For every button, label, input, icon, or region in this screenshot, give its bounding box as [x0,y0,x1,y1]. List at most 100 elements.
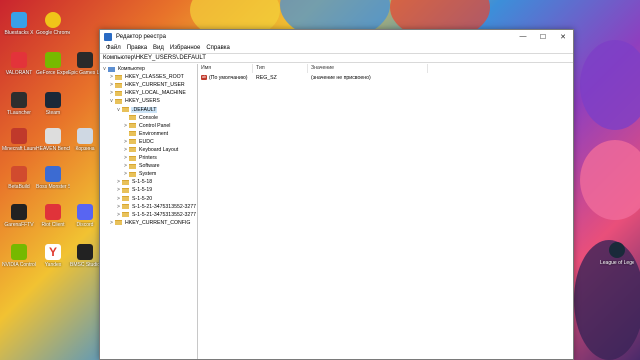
nvidia-icon [11,244,27,260]
tree-item-label: Environment [139,130,169,137]
panes: v Компьютер > HKEY_CLASSES_ROOT > HKEY_CURREN… [100,64,573,359]
title-bar[interactable]: Редактор реестра — ☐ ✕ [100,30,573,43]
desktop-icon-yandex[interactable]: Y Yandex [36,244,70,280]
column-value[interactable]: Значение [308,64,428,73]
minecraft-icon [11,128,27,144]
desktop-icon-heaven[interactable]: HEAVEN Benchmark [36,128,70,164]
desktop-icon-minecraft[interactable]: Minecraft Launcher [2,128,36,164]
folder-icon [129,171,136,177]
chevron-right-icon[interactable]: > [115,204,122,210]
chevron-right-icon[interactable]: > [122,155,129,161]
desktop-icon-bmsc[interactable]: BMSC Studio [68,244,102,280]
chevron-down-icon[interactable]: v [101,66,108,72]
chevron-right-icon[interactable]: > [122,163,129,169]
tree-item-label: Keyboard Layout [139,146,179,153]
tree-item[interactable]: > S-1-5-21-3475313552-3277 [100,211,197,219]
table-row[interactable]: ab (По умолчанию) REG_SZ (значение не пр… [198,73,573,82]
desktop-icon-riot[interactable]: Riot Client [36,204,70,240]
folder-icon [122,179,129,185]
tree-item[interactable]: > Keyboard Layout [100,146,197,154]
tree-item[interactable]: v .DEFAULT [100,105,197,113]
minimize-button[interactable]: — [513,30,533,43]
tree-item-label: Компьютер [118,66,145,73]
bossmonster-icon [45,166,61,182]
chevron-right-icon[interactable]: > [115,212,122,218]
desktop-icon-area: Bluestacks X VALORANT TLauncher Minecraf… [0,0,102,360]
folder-icon [122,187,129,193]
folder-icon [121,204,129,210]
folder-icon [129,139,136,145]
folder-icon [121,212,129,218]
tree-item[interactable]: > S-1-5-20 [100,195,197,203]
chevron-down-icon[interactable]: v [108,98,115,104]
menu-file[interactable]: Файл [103,45,124,51]
menu-help[interactable]: Справка [203,45,233,51]
tree-item[interactable]: Environment [100,130,197,138]
tree-item[interactable]: > S-1-5-18 [100,178,197,186]
tree-item[interactable]: > EUDC [100,138,197,146]
desktop-icon-steam[interactable]: Steam [36,92,70,128]
chevron-right-icon[interactable]: > [115,196,122,202]
tree-item[interactable]: > Printers [100,154,197,162]
window-title: Редактор реестра [116,33,166,40]
menu-edit[interactable]: Правка [124,45,150,51]
tree-item[interactable]: > HKEY_CLASSES_ROOT [100,73,197,81]
folder-icon [129,123,136,129]
chevron-right-icon[interactable]: > [115,187,122,193]
computer-icon [108,66,115,72]
tree-item[interactable]: v HKEY_USERS [100,97,197,105]
column-name[interactable]: Имя [198,64,253,73]
folder-icon [129,131,136,137]
folder-icon [115,74,122,80]
desktop-icon-geforce[interactable]: GeForce Experience [36,52,70,88]
steam-icon [45,92,61,108]
chevron-right-icon[interactable]: > [108,82,115,88]
desktop-icon-bluestacks[interactable]: Bluestacks X [2,12,36,48]
folder-icon [122,107,129,113]
chevron-right-icon[interactable]: > [108,220,115,226]
chevron-right-icon[interactable]: > [122,123,129,129]
close-button[interactable]: ✕ [553,30,573,43]
address-bar[interactable]: Компьютер\HKEY_USERS\.DEFAULT [100,53,573,63]
desktop-icon-chrome[interactable]: Google Chrome [36,12,70,48]
desktop-icon-league[interactable]: League of Legends [600,242,634,278]
maximize-button[interactable]: ☐ [533,30,553,43]
tree-item[interactable]: > S-1-5-21-3475313552-3277 [100,203,197,211]
folder-icon [129,163,136,169]
list-header: Имя Тип Значение [198,64,573,73]
tree-item[interactable]: > HKEY_LOCAL_MACHINE [100,89,197,97]
chevron-right-icon[interactable]: > [122,139,129,145]
desktop-icon-recycle-bin[interactable]: Корзина [68,128,102,164]
chevron-right-icon[interactable]: > [122,171,129,177]
tree-item[interactable]: > Control Panel [100,122,197,130]
desktop-icon-bossmonster[interactable]: Boss Monster Star [36,166,70,202]
chevron-right-icon[interactable]: > [122,147,129,153]
tree-item[interactable]: Console [100,114,197,122]
value-list: Имя Тип Значение ab (По умолчанию) REG_S… [198,64,573,359]
menu-favorites[interactable]: Избранное [167,45,203,51]
desktop-icon-garena[interactable]: GarenaFFTV [2,204,36,240]
folder-icon [129,147,136,153]
desktop-icon-nvidia[interactable]: NVIDIA Control Panel [2,244,36,280]
desktop-icon-epic[interactable]: Epic Games Launcher [68,52,102,88]
chevron-right-icon[interactable]: > [108,90,115,96]
menu-view[interactable]: Вид [150,45,167,51]
geforce-icon [45,52,61,68]
chevron-right-icon[interactable]: > [115,179,122,185]
tree-item[interactable]: > HKEY_CURRENT_USER [100,81,197,89]
tree-item-label: HKEY_CURRENT_USER [125,82,185,89]
chevron-right-icon[interactable]: > [108,74,115,80]
tree-item-label: System [139,171,157,178]
desktop-icon-valorant[interactable]: VALORANT [2,52,36,88]
folder-icon [129,155,136,161]
tree-item[interactable]: > HKEY_CURRENT_CONFIG [100,219,197,227]
desktop-icon-betabuild[interactable]: BetaBuild [2,166,36,202]
tree-item[interactable]: > Software [100,162,197,170]
chevron-down-icon[interactable]: v [115,107,122,113]
tree-item[interactable]: v Компьютер [100,65,197,73]
tree-item[interactable]: > S-1-5-19 [100,186,197,194]
tree-item[interactable]: > System [100,170,197,178]
column-type[interactable]: Тип [253,64,308,73]
desktop-icon-discord[interactable]: Discord [68,204,102,240]
desktop-icon-tlauncher[interactable]: TLauncher [2,92,36,128]
